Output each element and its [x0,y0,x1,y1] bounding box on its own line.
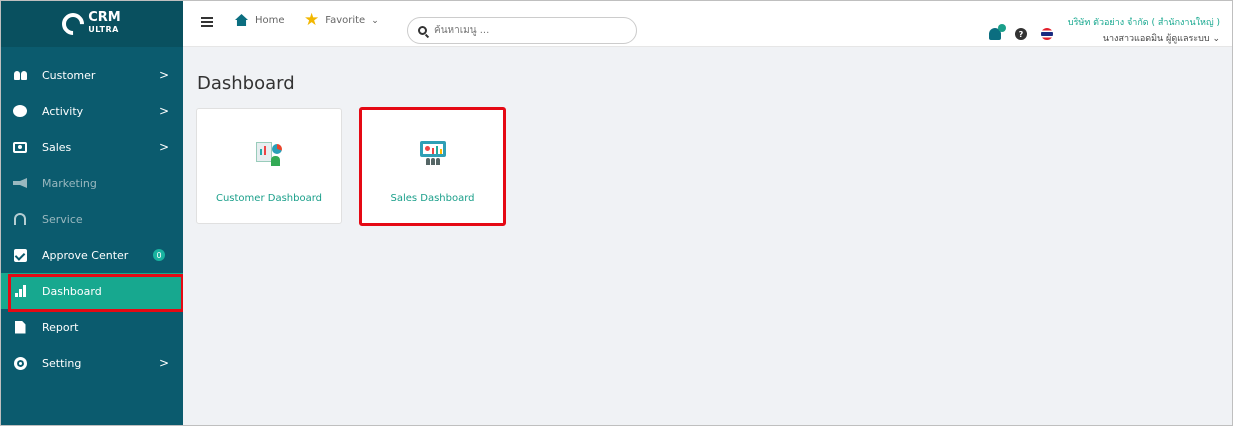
window-frame [0,0,1233,426]
